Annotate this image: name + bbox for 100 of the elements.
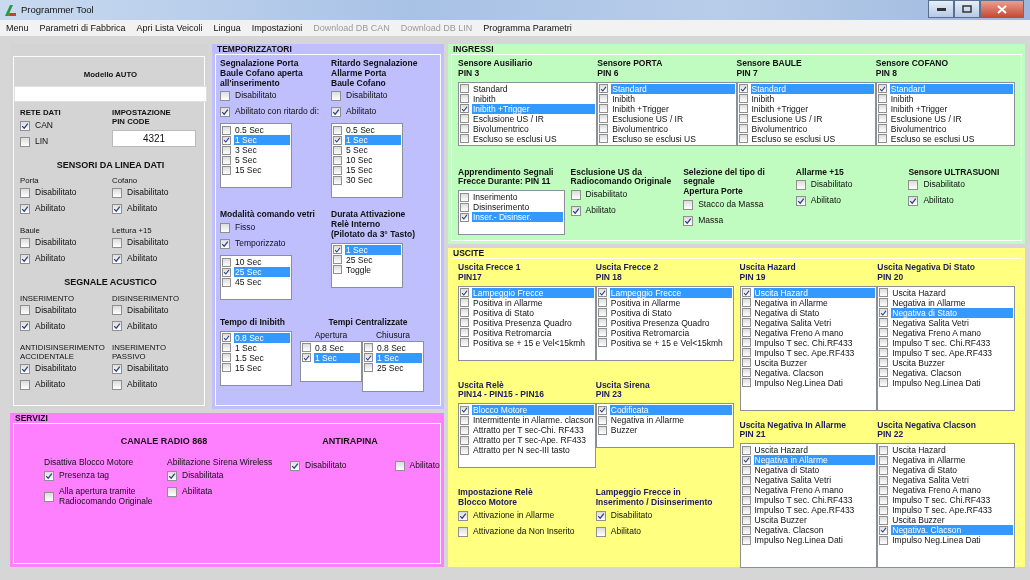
checkbox[interactable] — [20, 204, 30, 215]
list-item[interactable]: Positiva in Allarme — [609, 297, 732, 308]
list-item[interactable]: Impulso Neg.Linea Dati — [753, 535, 876, 546]
list-item[interactable]: Inibith — [750, 93, 874, 104]
list-item[interactable]: Impulso T sec. Chi.RF433 — [891, 495, 1013, 506]
checkbox[interactable] — [331, 107, 341, 118]
checkbox[interactable] — [222, 267, 231, 277]
list-item[interactable]: Positiva se + 15 e Vel<15kmh — [472, 337, 594, 348]
list-item[interactable]: Positiva Retromarcia — [472, 327, 594, 338]
checkbox[interactable] — [460, 202, 469, 212]
checkbox[interactable] — [112, 305, 122, 316]
checkbox[interactable] — [364, 343, 373, 353]
checkbox[interactable] — [222, 145, 231, 155]
checkbox[interactable] — [20, 254, 30, 265]
list-item[interactable]: 0.5 Sec — [345, 125, 401, 136]
checkbox[interactable] — [20, 305, 30, 316]
checkbox[interactable] — [460, 318, 469, 328]
list-box[interactable]: 1 Sec 25 Sec Toggle — [331, 242, 403, 288]
list-box[interactable]: Inserimento Disinserimento Inser.- Disinser. — [458, 190, 565, 236]
list-item[interactable]: Impulso Neg.Linea Dati — [753, 377, 876, 388]
checkbox[interactable] — [597, 338, 607, 348]
list-box[interactable]: Blocco Motore Intermittente in Allarme. clacson Attratto per T sec-Chi. RF433 Attratto per T sec-Ape. RF433 Attratto per N sec-III tasto — [458, 403, 596, 469]
list-box[interactable]: 0.8 Sec 1 Sec 1.5 Sec 15 Sec — [220, 330, 292, 386]
list-item[interactable]: Impulso T sec. Chi.RF433 — [753, 337, 876, 348]
list-item[interactable]: 10 Sec — [234, 257, 290, 268]
list-item[interactable]: Positiva di Stato — [609, 307, 732, 318]
checkbox[interactable] — [741, 358, 751, 368]
checkbox[interactable] — [741, 505, 751, 515]
checkbox[interactable] — [333, 265, 342, 275]
checkbox[interactable] — [879, 338, 889, 348]
minimize-button[interactable] — [928, 0, 954, 18]
list-item[interactable]: Inibith — [472, 93, 596, 104]
list-item[interactable]: Buzzer — [609, 425, 732, 436]
checkbox[interactable] — [599, 114, 609, 124]
checkbox[interactable] — [570, 206, 581, 217]
checkbox[interactable] — [302, 353, 311, 363]
checkbox[interactable] — [741, 298, 751, 308]
list-item[interactable]: 10 Sec — [345, 155, 401, 166]
option-label[interactable]: Disabilitato — [346, 91, 388, 102]
list-item[interactable]: 1.5 Sec — [234, 352, 290, 363]
checkbox[interactable] — [460, 212, 469, 222]
checkbox[interactable] — [597, 415, 607, 425]
checkbox[interactable] — [877, 94, 887, 104]
checkbox[interactable] — [741, 485, 751, 495]
menu-item[interactable]: Apri Lista Veicoli — [136, 22, 203, 34]
checkbox[interactable] — [460, 435, 469, 445]
list-item[interactable]: Impulso T sec. Ape.RF433 — [753, 505, 876, 516]
checkbox[interactable] — [333, 175, 342, 185]
checkbox[interactable] — [460, 405, 469, 415]
list-item[interactable]: Impulso T sec. Ape.RF433 — [891, 505, 1013, 516]
list-item[interactable]: Standard — [472, 83, 596, 94]
checkbox[interactable] — [741, 378, 751, 388]
list-item[interactable]: 5 Sec — [234, 155, 290, 166]
checkbox[interactable] — [879, 535, 889, 545]
checkbox[interactable] — [795, 180, 806, 191]
list-item[interactable]: Positiva Retromarcia — [609, 327, 732, 338]
list-item[interactable]: Negativa. Clacson — [753, 367, 876, 378]
list-box[interactable]: 0.5 Sec 1 Sec 5 Sec 10 Sec 15 Sec 30 Sec — [331, 123, 403, 199]
option-label[interactable]: Attivazione in Allarme — [473, 510, 555, 521]
option-label[interactable]: Abilitato — [127, 321, 158, 332]
checkbox[interactable] — [879, 505, 889, 515]
checkbox[interactable] — [879, 348, 889, 358]
list-item[interactable]: Esclusione US / IR — [611, 113, 735, 124]
option-label[interactable]: Disabilitato — [810, 180, 853, 191]
checkbox[interactable] — [879, 455, 889, 465]
option-label[interactable]: Massa — [698, 215, 724, 226]
option-label[interactable]: Abilitata — [182, 487, 284, 497]
checkbox[interactable] — [460, 298, 469, 308]
checkbox[interactable] — [222, 363, 231, 373]
checkbox[interactable] — [394, 461, 405, 472]
checkbox[interactable] — [460, 134, 469, 144]
checkbox[interactable] — [741, 535, 751, 545]
checkbox[interactable] — [795, 196, 806, 207]
checkbox[interactable] — [738, 134, 748, 144]
checkbox[interactable] — [331, 91, 341, 102]
option-label[interactable]: Abilitato — [610, 526, 641, 537]
checkbox[interactable] — [458, 526, 468, 537]
option-label[interactable]: Abilitato — [35, 254, 66, 265]
checkbox[interactable] — [333, 155, 342, 165]
option-label[interactable]: Abilitato — [35, 204, 66, 215]
option-label[interactable]: Abilitato con ritardo di: — [235, 107, 320, 118]
option-label[interactable]: Abilitato — [127, 254, 158, 265]
list-box[interactable]: Standard Inibith Inibith +Trigger Esclusione US / IR Bivolumentrico Escluso se esclusi US — [458, 81, 598, 146]
checkbox[interactable] — [220, 223, 230, 234]
checkbox[interactable] — [112, 364, 122, 375]
list-item[interactable]: Negativa in Allarme — [891, 297, 1013, 308]
checkbox[interactable] — [597, 298, 607, 308]
checkbox[interactable] — [597, 308, 607, 318]
list-item[interactable]: Negativa Freno A mano — [891, 485, 1013, 496]
checkbox[interactable] — [20, 380, 30, 391]
option-label[interactable]: Disabilitato — [35, 364, 77, 375]
checkbox[interactable] — [112, 238, 122, 249]
option-label[interactable]: Presenza tag — [59, 471, 110, 481]
pin-code-field[interactable]: 4321 — [112, 129, 196, 148]
list-item[interactable]: Uscita Buzzer — [753, 357, 876, 368]
checkbox[interactable] — [167, 487, 177, 498]
list-item[interactable]: Impulso T sec. Chi.RF433 — [753, 495, 876, 506]
checkbox[interactable] — [595, 526, 606, 537]
checkbox[interactable] — [599, 84, 609, 94]
close-button[interactable] — [980, 0, 1024, 18]
